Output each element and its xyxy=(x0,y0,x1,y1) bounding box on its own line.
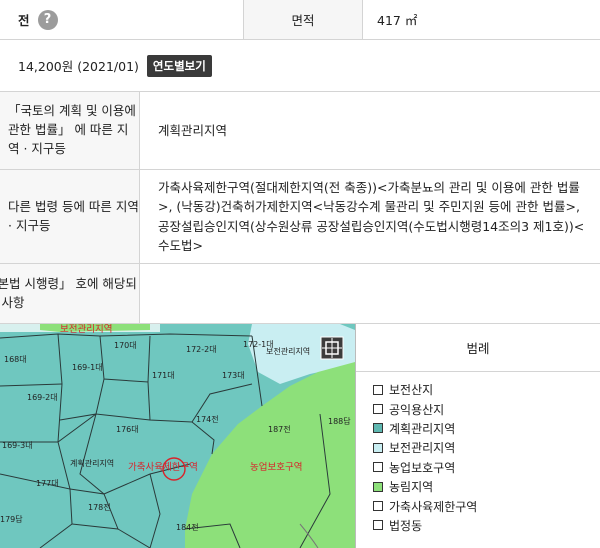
parcel-label: 178전 xyxy=(88,502,111,512)
legend-item-label: 농림지역 xyxy=(389,480,434,495)
parcel-label: 176대 xyxy=(116,425,139,434)
legend-item-label: 가축사육제한구역 xyxy=(389,499,478,514)
legend-swatch xyxy=(373,384,383,395)
other-laws-label: 다른 법령 등에 따른 지역 · 지구등 xyxy=(0,170,140,263)
parcel-label: 169-2대 xyxy=(27,393,58,402)
parcel-label: 171대 xyxy=(152,371,175,380)
legend-item: 법정동 xyxy=(373,516,600,535)
legend-swatch xyxy=(373,481,383,492)
parcel-label: 188답 xyxy=(328,416,351,426)
parcel-label: 169-1대 xyxy=(72,363,103,372)
parcel-label: 172-2대 xyxy=(186,345,217,354)
land-category-cell: 전 ? xyxy=(0,0,243,39)
legend-swatch xyxy=(373,501,383,512)
legend-item-label: 법정동 xyxy=(389,518,423,533)
price-row: 14,200원 (2021/01) 연도별보기 xyxy=(0,40,600,92)
legend-item-label: 공익용산지 xyxy=(389,402,445,417)
area-label: 면적 xyxy=(243,0,363,39)
zone-label-conservation: 보전관리지역 xyxy=(60,324,112,335)
yearly-view-button[interactable]: 연도별보기 xyxy=(146,54,212,77)
official-land-price: 14,200원 (2021/01) xyxy=(18,59,139,74)
legend-item: 농림지역 xyxy=(373,477,600,496)
parcel-label: 173대 xyxy=(222,371,245,380)
map-extent-icon[interactable] xyxy=(320,336,344,360)
map-legend: 범례 보전산지 공익용산지 계획관리지역 보전관리지역 농업보호구역 농림지역 … xyxy=(355,324,600,548)
planning-law-label: 「국토의 계획 및 이용에 관한 법률」 에 따른 지역 · 지구등 xyxy=(0,92,140,169)
help-icon[interactable]: ? xyxy=(37,9,58,30)
legend-item-label: 농업보호구역 xyxy=(389,460,456,475)
legend-swatch xyxy=(373,404,383,415)
enforcement-decree-label: 기본법 시행령」 호에 해당되는 사항 xyxy=(0,264,140,323)
zone-label-agricultural-protection: 농업보호구역 xyxy=(250,461,302,473)
parcel-label: 168대 xyxy=(4,355,27,364)
legend-item-label: 보전산지 xyxy=(389,383,434,398)
area-value: 417 ㎡ xyxy=(377,13,418,28)
planning-law-value: 계획관리지역 xyxy=(158,122,228,138)
parcel-label: 179답 xyxy=(0,514,23,524)
parcel-label: 174전 xyxy=(196,414,219,424)
zone-label-planning: 계획관리지역 xyxy=(70,458,114,468)
national-land-planning-row: 「국토의 계획 및 이용에 관한 법률」 에 따른 지역 · 지구등 계획관리지… xyxy=(0,92,600,170)
land-use-map[interactable]: 168대 170대 172-2대 172-1대 169-1대 171대 173대… xyxy=(0,324,355,548)
parcel-label: 187전 xyxy=(268,424,291,434)
legend-swatch xyxy=(373,442,383,453)
land-category: 전 xyxy=(18,13,30,28)
parcel-label: 177대 xyxy=(36,479,59,488)
land-info-row-1: 전 ? 면적 417 ㎡ xyxy=(0,0,600,40)
legend-swatch xyxy=(373,423,383,434)
legend-swatch xyxy=(373,520,383,531)
legend-item-label: 보전관리지역 xyxy=(389,441,456,456)
legend-item: 보전산지 xyxy=(373,380,600,399)
zone-label-conservation-top: 보전관리지역 xyxy=(266,346,310,356)
zone-label-livestock-restriction: 가축사육제한구역 xyxy=(128,462,198,473)
legend-item: 계획관리지역 xyxy=(373,419,600,438)
parcel-label: 169-3대 xyxy=(2,441,33,450)
legend-list: 보전산지 공익용산지 계획관리지역 보전관리지역 농업보호구역 농림지역 가축사… xyxy=(356,372,600,535)
parcel-label: 184전 xyxy=(176,522,199,532)
other-laws-row: 다른 법령 등에 따른 지역 · 지구등 가축사육제한구역(절대제한지역(전 축… xyxy=(0,170,600,264)
map-canvas[interactable]: 168대 170대 172-2대 172-1대 169-1대 171대 173대… xyxy=(0,324,355,548)
parcel-label: 170대 xyxy=(114,341,137,350)
legend-title: 범례 xyxy=(356,324,600,372)
legend-item-label: 계획관리지역 xyxy=(389,421,456,436)
legend-item: 공익용산지 xyxy=(373,399,600,418)
other-laws-value: 가축사육제한구역(절대제한지역(전 축종))<가축분뇨의 관리 및 이용에 관한… xyxy=(158,179,585,253)
legend-swatch xyxy=(373,462,383,473)
enforcement-decree-row: 기본법 시행령」 호에 해당되는 사항 xyxy=(0,264,600,324)
legend-item: 가축사육제한구역 xyxy=(373,496,600,515)
enforcement-decree-value xyxy=(140,264,600,323)
legend-item: 보전관리지역 xyxy=(373,438,600,457)
legend-item: 농업보호구역 xyxy=(373,458,600,477)
